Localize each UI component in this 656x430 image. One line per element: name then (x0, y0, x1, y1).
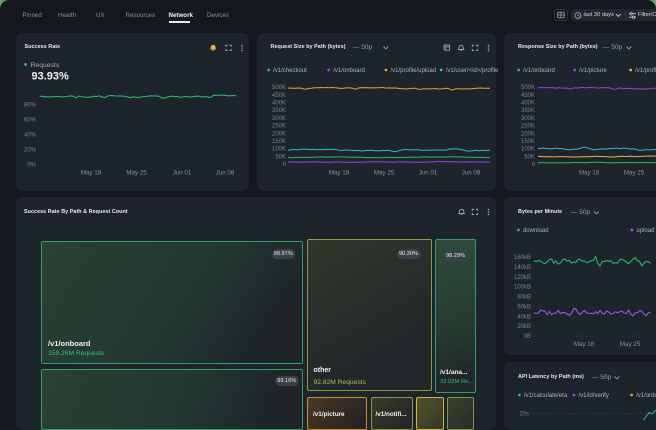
svg-text:100K: 100K (521, 147, 535, 153)
svg-text:May 25: May 25 (624, 170, 645, 177)
svg-text:download: download (523, 228, 549, 234)
svg-text:May 18: May 18 (579, 170, 600, 177)
svg-text:250K: 250K (272, 124, 286, 130)
svg-text:/v1/profile/upload: /v1/profile/upload (391, 68, 437, 74)
svg-text:0%: 0% (27, 163, 36, 169)
svg-text:Jun 08: Jun 08 (216, 170, 235, 177)
svg-text:300K: 300K (521, 116, 535, 122)
svg-text:40%: 40% (24, 133, 37, 139)
svg-text:/v1/calculate/eta: /v1/calculate/eta (524, 393, 568, 399)
svg-text:140kB: 140kB (514, 265, 531, 271)
svg-text:/v1/onboard: /v1/onboard (333, 68, 365, 74)
svg-text:20kB: 20kB (517, 324, 531, 330)
svg-text:May 25: May 25 (374, 170, 395, 177)
svg-text:500K: 500K (521, 85, 535, 91)
svg-text:/v1/onbo: /v1/onbo (636, 393, 656, 399)
svg-text:400K: 400K (521, 101, 535, 107)
svg-text:200K: 200K (272, 131, 286, 137)
svg-text:150K: 150K (521, 139, 535, 145)
svg-text:/v1/checkout: /v1/checkout (273, 68, 307, 74)
svg-text:350K: 350K (272, 108, 286, 114)
svg-text:200K: 200K (521, 131, 535, 137)
svg-text:80%: 80% (24, 103, 37, 109)
svg-text:20%: 20% (24, 148, 37, 154)
svg-text:/v1/profi: /v1/profi (635, 68, 656, 74)
svg-text:40kB: 40kB (517, 314, 531, 320)
svg-text:500K: 500K (272, 85, 286, 91)
svg-text:250K: 250K (521, 124, 535, 130)
svg-text:Jun 01: Jun 01 (419, 170, 438, 177)
svg-text:20s: 20s (519, 412, 529, 418)
svg-text:May 18: May 18 (574, 341, 595, 348)
svg-text:350K: 350K (521, 108, 535, 114)
svg-text:50K: 50K (275, 154, 286, 160)
svg-text:May 25: May 25 (620, 341, 641, 348)
svg-text:50K: 50K (524, 154, 535, 160)
svg-text:Jun 01: Jun 01 (173, 170, 192, 177)
svg-text:120kB: 120kB (514, 275, 531, 281)
svg-text:0B: 0B (524, 334, 531, 340)
svg-text:0: 0 (283, 162, 287, 168)
svg-text:May 18: May 18 (81, 170, 102, 177)
svg-text:100K: 100K (272, 147, 286, 153)
svg-text:400K: 400K (272, 101, 286, 107)
svg-text:60kB: 60kB (517, 305, 531, 311)
svg-text:300K: 300K (272, 116, 286, 122)
svg-text:May 25: May 25 (126, 170, 147, 177)
svg-text:450K: 450K (272, 93, 286, 99)
svg-text:160kB: 160kB (514, 255, 531, 261)
svg-text:/v1/onboard: /v1/onboard (523, 68, 555, 74)
svg-text:80kB: 80kB (517, 295, 531, 301)
svg-text:/v1/user/<id>/profile: /v1/user/<id>/profile (446, 68, 499, 74)
svg-text:93.93%: 93.93% (32, 71, 70, 83)
svg-text:Requests: Requests (31, 62, 60, 69)
svg-text:100kB: 100kB (514, 285, 531, 291)
svg-text:upload: upload (636, 228, 654, 234)
svg-text:150K: 150K (272, 139, 286, 145)
svg-text:0: 0 (532, 162, 536, 168)
svg-text:Jun 08: Jun 08 (462, 170, 481, 177)
svg-text:May 18: May 18 (329, 170, 350, 177)
svg-text:60%: 60% (24, 118, 37, 124)
svg-text:/v1/picture: /v1/picture (579, 68, 607, 74)
svg-text:450K: 450K (521, 93, 535, 99)
svg-text:/v1/id/verify: /v1/id/verify (579, 393, 609, 399)
